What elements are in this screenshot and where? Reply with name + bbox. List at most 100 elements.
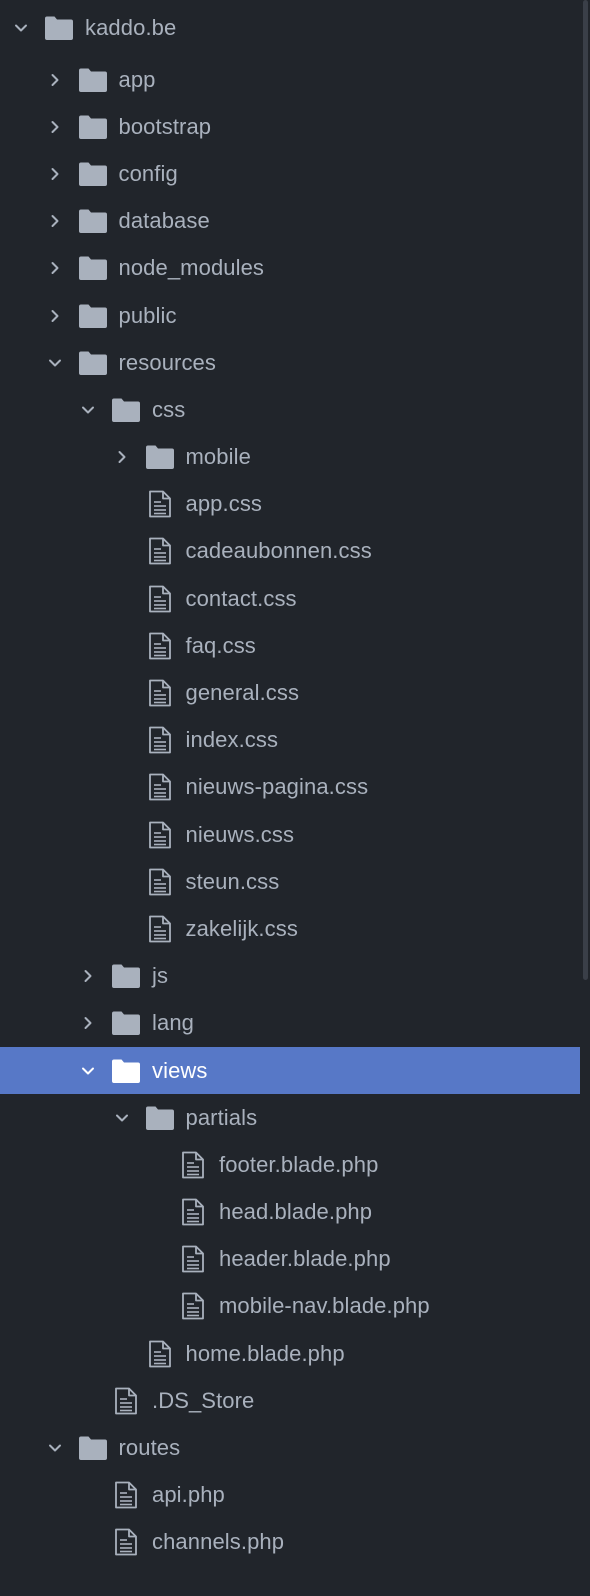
tree-item-label: public [118,302,177,328]
file-row-app-css[interactable]: app.css [0,481,580,528]
file-icon [115,1481,137,1509]
chevron-right-icon[interactable] [48,214,62,228]
folder-icon [112,1011,140,1036]
tree-item-label: app [118,66,156,92]
file-row-footer-blade-php[interactable]: footer.blade.php [0,1141,580,1188]
tree-item-label: views [152,1057,208,1083]
file-row-channels-php[interactable]: channels.php [0,1519,580,1566]
chevron-right-icon[interactable] [48,73,62,87]
folder-row-database[interactable]: database [0,198,580,245]
file-row-ds-store[interactable]: .DS_Store [0,1377,580,1424]
file-icon [148,821,171,848]
file-row-faq-css[interactable]: faq.css [0,622,580,669]
file-icon [148,1340,171,1368]
tree-item-label: resources [118,349,216,375]
chevron-right-icon[interactable] [48,261,62,275]
folder-icon [145,445,174,470]
tree-item-label: .DS_Store [152,1387,255,1413]
folder-row-kaddo-be[interactable]: kaddo.be [0,0,580,56]
tree-item-label: partials [185,1104,258,1130]
folder-row-mobile[interactable]: mobile [0,434,580,481]
tree-item-label: zakelijk.css [185,915,298,941]
folder-row-lang[interactable]: lang [0,1000,580,1047]
file-row-index-css[interactable]: index.css [0,717,580,764]
file-row-cadeaubonnen-css[interactable]: cadeaubonnen.css [0,528,580,575]
folder-row-app[interactable]: app [0,56,580,103]
tree-item-label: js [152,963,169,989]
file-icon [148,679,171,707]
file-icon [148,915,171,943]
folder-icon [112,1059,140,1083]
file-icon [115,1529,137,1556]
chevron-down-icon[interactable] [81,1064,95,1078]
tree-item-label: bootstrap [118,113,212,139]
tree-item-label: app.css [185,491,263,517]
chevron-right-icon[interactable] [81,1016,95,1030]
file-icon [148,632,171,660]
chevron-right-icon[interactable] [115,450,129,464]
chevron-down-icon[interactable] [48,1441,62,1455]
tree-item-label: database [118,208,210,234]
folder-row-routes[interactable]: routes [0,1424,580,1471]
tree-item-label: home.blade.php [185,1340,345,1366]
folder-row-resources[interactable]: resources [0,339,580,386]
chevron-right-icon[interactable] [48,120,62,134]
tree-item-label: mobile-nav.blade.php [219,1293,430,1319]
chevron-down-icon[interactable] [81,403,95,417]
file-row-header-blade-php[interactable]: header.blade.php [0,1236,580,1283]
tree-item-label: faq.css [185,632,256,658]
chevron-down-icon[interactable] [14,21,28,35]
file-icon [182,1151,204,1179]
file-row-home-blade-php[interactable]: home.blade.php [0,1330,580,1377]
file-row-contact-css[interactable]: contact.css [0,575,580,622]
folder-icon [78,1436,107,1461]
folder-icon [112,964,140,989]
file-icon [182,1245,204,1273]
folder-icon [78,162,107,186]
file-row-nieuws-css[interactable]: nieuws.css [0,811,580,858]
tree-item-label: kaddo.be [85,15,177,40]
chevron-right-icon[interactable] [81,969,95,983]
file-row-api-php[interactable]: api.php [0,1472,580,1519]
file-icon [148,585,171,613]
tree-item-label: nieuws-pagina.css [185,774,369,800]
file-row-steun-css[interactable]: steun.css [0,858,580,905]
folder-row-css[interactable]: css [0,386,580,433]
chevron-down-icon[interactable] [48,356,62,370]
tree-item-label: css [152,396,186,422]
file-icon [182,1198,204,1226]
file-icon [115,1387,137,1415]
scrollbar[interactable] [583,0,588,980]
folder-row-bootstrap[interactable]: bootstrap [0,103,580,150]
folder-row-node-modules[interactable]: node_modules [0,245,580,292]
folder-row-config[interactable]: config [0,150,580,197]
chevron-right-icon[interactable] [48,309,62,323]
tree-item-label: steun.css [185,868,280,894]
folder-row-views[interactable]: views [0,1046,580,1095]
tree-item-label: routes [118,1435,181,1461]
chevron-right-icon[interactable] [48,167,62,181]
tree-item-label: contact.css [185,585,297,611]
folder-icon [78,115,107,139]
file-icon [148,726,171,754]
tree-item-label: lang [152,1010,194,1036]
folder-row-public[interactable]: public [0,292,580,339]
file-row-head-blade-php[interactable]: head.blade.php [0,1189,580,1236]
tree-item-label: cadeaubonnen.css [185,538,372,564]
file-row-zakelijk-css[interactable]: zakelijk.css [0,905,580,952]
file-tree: kaddo.be app bootstrap config database node_m… [0,0,590,1596]
file-row-mobile-nav-blade-php[interactable]: mobile-nav.blade.php [0,1283,580,1330]
tree-item-label: head.blade.php [219,1199,373,1225]
folder-icon [145,1106,174,1130]
file-icon [148,774,171,801]
file-row-general-css[interactable]: general.css [0,669,580,716]
folder-row-js[interactable]: js [0,953,580,1000]
tree-item-label: config [118,160,178,186]
chevron-down-icon[interactable] [115,1111,129,1125]
folder-icon [78,68,107,92]
tree-item-label: api.php [152,1482,225,1508]
tree-item-label: general.css [185,680,300,706]
tree-item-label: channels.php [152,1529,285,1555]
folder-row-partials[interactable]: partials [0,1094,580,1141]
file-row-nieuws-pagina-css[interactable]: nieuws-pagina.css [0,764,580,811]
